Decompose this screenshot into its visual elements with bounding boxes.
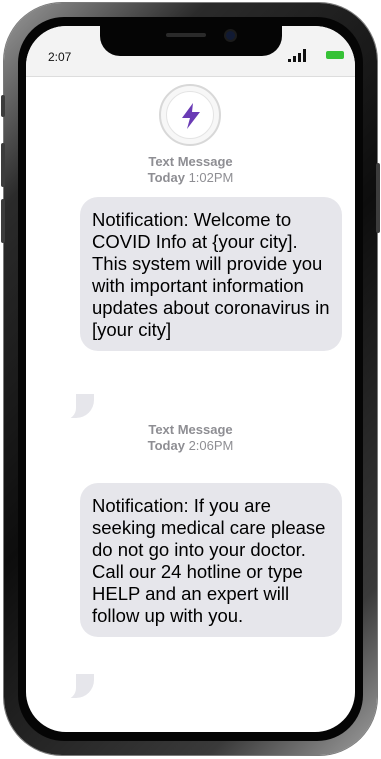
power-button xyxy=(376,163,380,233)
message-date: Today 2:06PM xyxy=(147,438,234,453)
battery-icon xyxy=(326,51,344,59)
avatar-ring xyxy=(166,91,214,139)
speaker-grille xyxy=(166,33,206,37)
message-source-label: Text Message xyxy=(148,154,233,169)
message-bubble[interactable]: Notification: If you are seeking medical… xyxy=(80,483,342,637)
front-camera xyxy=(226,31,235,40)
screen-bezel: 2:07 Text Message Today 1:02PM Notificat… xyxy=(18,17,363,741)
message-text: Notification: If you are seeking medical… xyxy=(92,495,326,626)
message-source-label: Text Message xyxy=(148,422,233,437)
message-timestamp: Text Message Today 2:06PM xyxy=(26,422,355,454)
silent-switch xyxy=(1,95,5,117)
volume-up-button xyxy=(1,143,5,187)
contact-avatar[interactable] xyxy=(159,84,221,146)
signal-icon xyxy=(288,48,314,62)
message-text: Notification: Welcome to COVID Info at {… xyxy=(92,209,330,340)
lightning-bolt-icon xyxy=(182,103,200,129)
status-time: 2:07 xyxy=(48,50,72,64)
message-bubble[interactable]: Notification: Welcome to COVID Info at {… xyxy=(80,197,342,351)
volume-down-button xyxy=(1,199,5,243)
notch xyxy=(100,26,282,56)
message-timestamp: Text Message Today 1:02PM xyxy=(26,154,355,186)
phone-frame: 2:07 Text Message Today 1:02PM Notificat… xyxy=(1,3,380,755)
message-date: Today 1:02PM xyxy=(147,170,234,185)
messages-screen: 2:07 Text Message Today 1:02PM Notificat… xyxy=(26,26,355,732)
